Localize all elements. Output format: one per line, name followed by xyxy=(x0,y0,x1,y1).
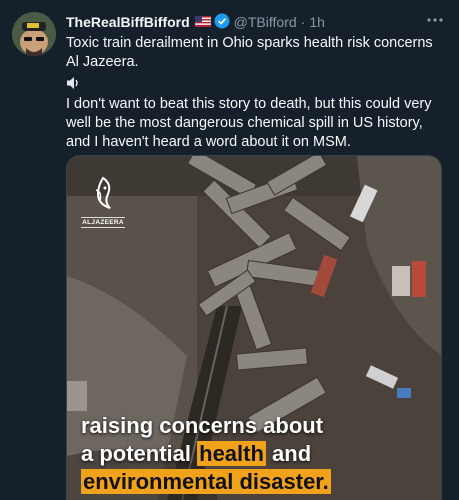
verified-badge-icon[interactable] xyxy=(214,13,230,32)
speaker-icon xyxy=(66,75,446,93)
tweet-card[interactable]: TheRealBiffBifford @TBifford · 1h Toxic … xyxy=(0,0,459,500)
tweet-header: TheRealBiffBifford @TBifford · 1h xyxy=(66,12,447,32)
logo-text: ALJAZEERA xyxy=(81,217,125,228)
caption-line-2-pre: a potential xyxy=(81,441,198,466)
aljazeera-logo: ALJAZEERA xyxy=(81,176,125,228)
tweet-video[interactable]: ALJAZEERA raising concerns about a poten… xyxy=(66,155,442,500)
more-dots-icon[interactable] xyxy=(425,12,445,32)
tweet-headline: Toxic train derailment in Ohio sparks he… xyxy=(66,35,433,70)
us-flag-icon xyxy=(194,14,211,30)
caption-line-1: raising concerns about xyxy=(81,413,324,438)
timestamp[interactable]: 1h xyxy=(309,14,325,30)
tweet-commentary: I don't want to beat this story to death… xyxy=(66,96,432,150)
caption-line-2: a potential health and xyxy=(81,440,431,468)
display-name[interactable]: TheRealBiffBifford xyxy=(66,14,190,30)
caption-highlight-environmental: environmental disaster. xyxy=(81,469,331,494)
tweet-text: Toxic train derailment in Ohio sparks he… xyxy=(66,34,446,152)
separator-dot: · xyxy=(300,14,306,30)
caption-line-3: environmental disaster. xyxy=(81,468,431,496)
avatar[interactable] xyxy=(12,12,56,56)
caption-line-2-post: and xyxy=(265,441,312,466)
caption-highlight-health: health xyxy=(197,441,266,466)
user-handle[interactable]: @TBifford xyxy=(234,14,297,30)
aljazeera-emblem-icon xyxy=(95,176,111,209)
video-captions: raising concerns about a potential healt… xyxy=(81,412,431,496)
